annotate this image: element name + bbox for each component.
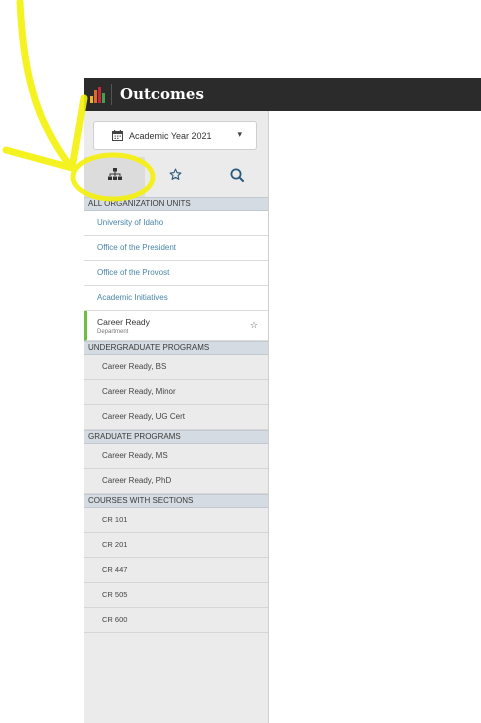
calendar-icon <box>112 130 123 143</box>
app-title: Outcomes <box>120 85 204 103</box>
chevron-down-icon: ▾ <box>237 129 242 139</box>
main-content <box>269 111 481 723</box>
current-org-unit[interactable]: Career Ready Department ☆ <box>84 311 268 341</box>
tab-favorites[interactable] <box>145 157 206 197</box>
tab-search[interactable] <box>206 157 267 197</box>
top-bar: Outcomes <box>84 78 481 111</box>
program-item[interactable]: Career Ready, UG Cert <box>84 405 268 430</box>
outcomes-app: Outcomes Academic Year 2021 ▾ ALL ORGANI… <box>84 78 481 723</box>
section-header-org-units: ALL ORGANIZATION UNITS <box>84 197 268 211</box>
section-header-undergrad: UNDERGRADUATE PROGRAMS <box>84 341 268 355</box>
current-unit-name: Career Ready <box>97 317 150 327</box>
course-item[interactable]: CR 447 <box>84 558 268 583</box>
academic-year-select[interactable]: Academic Year 2021 ▾ <box>93 121 257 150</box>
current-unit-type: Department <box>97 329 129 335</box>
org-unit-link[interactable]: Academic Initiatives <box>84 286 268 311</box>
org-unit-link[interactable]: Office of the Provost <box>84 261 268 286</box>
sidebar: Academic Year 2021 ▾ ALL ORGANIZATION UN… <box>84 111 269 723</box>
arrow-head <box>2 94 88 172</box>
favorite-star-icon[interactable]: ☆ <box>250 320 258 331</box>
arrow-shaft <box>16 0 76 172</box>
program-item[interactable]: Career Ready, MS <box>84 444 268 469</box>
course-item[interactable]: CR 201 <box>84 533 268 558</box>
sidebar-tab-bar <box>84 157 268 197</box>
academic-year-label: Academic Year 2021 <box>129 131 212 141</box>
program-item[interactable]: Career Ready, Minor <box>84 380 268 405</box>
course-item[interactable]: CR 600 <box>84 608 268 633</box>
app-logo-icon <box>90 87 106 103</box>
program-item[interactable]: Career Ready, BS <box>84 355 268 380</box>
org-unit-link[interactable]: University of Idaho <box>84 211 268 236</box>
logo-divider <box>111 84 112 105</box>
search-icon <box>230 168 244 187</box>
org-tree-icon <box>107 168 122 186</box>
org-unit-link[interactable]: Office of the President <box>84 236 268 261</box>
star-icon <box>169 168 182 186</box>
course-item[interactable]: CR 505 <box>84 583 268 608</box>
section-header-courses: COURSES WITH SECTIONS <box>84 494 268 508</box>
program-item[interactable]: Career Ready, PhD <box>84 469 268 494</box>
tab-organization-tree[interactable] <box>84 157 145 197</box>
course-item[interactable]: CR 101 <box>84 508 268 533</box>
section-header-graduate: GRADUATE PROGRAMS <box>84 430 268 444</box>
